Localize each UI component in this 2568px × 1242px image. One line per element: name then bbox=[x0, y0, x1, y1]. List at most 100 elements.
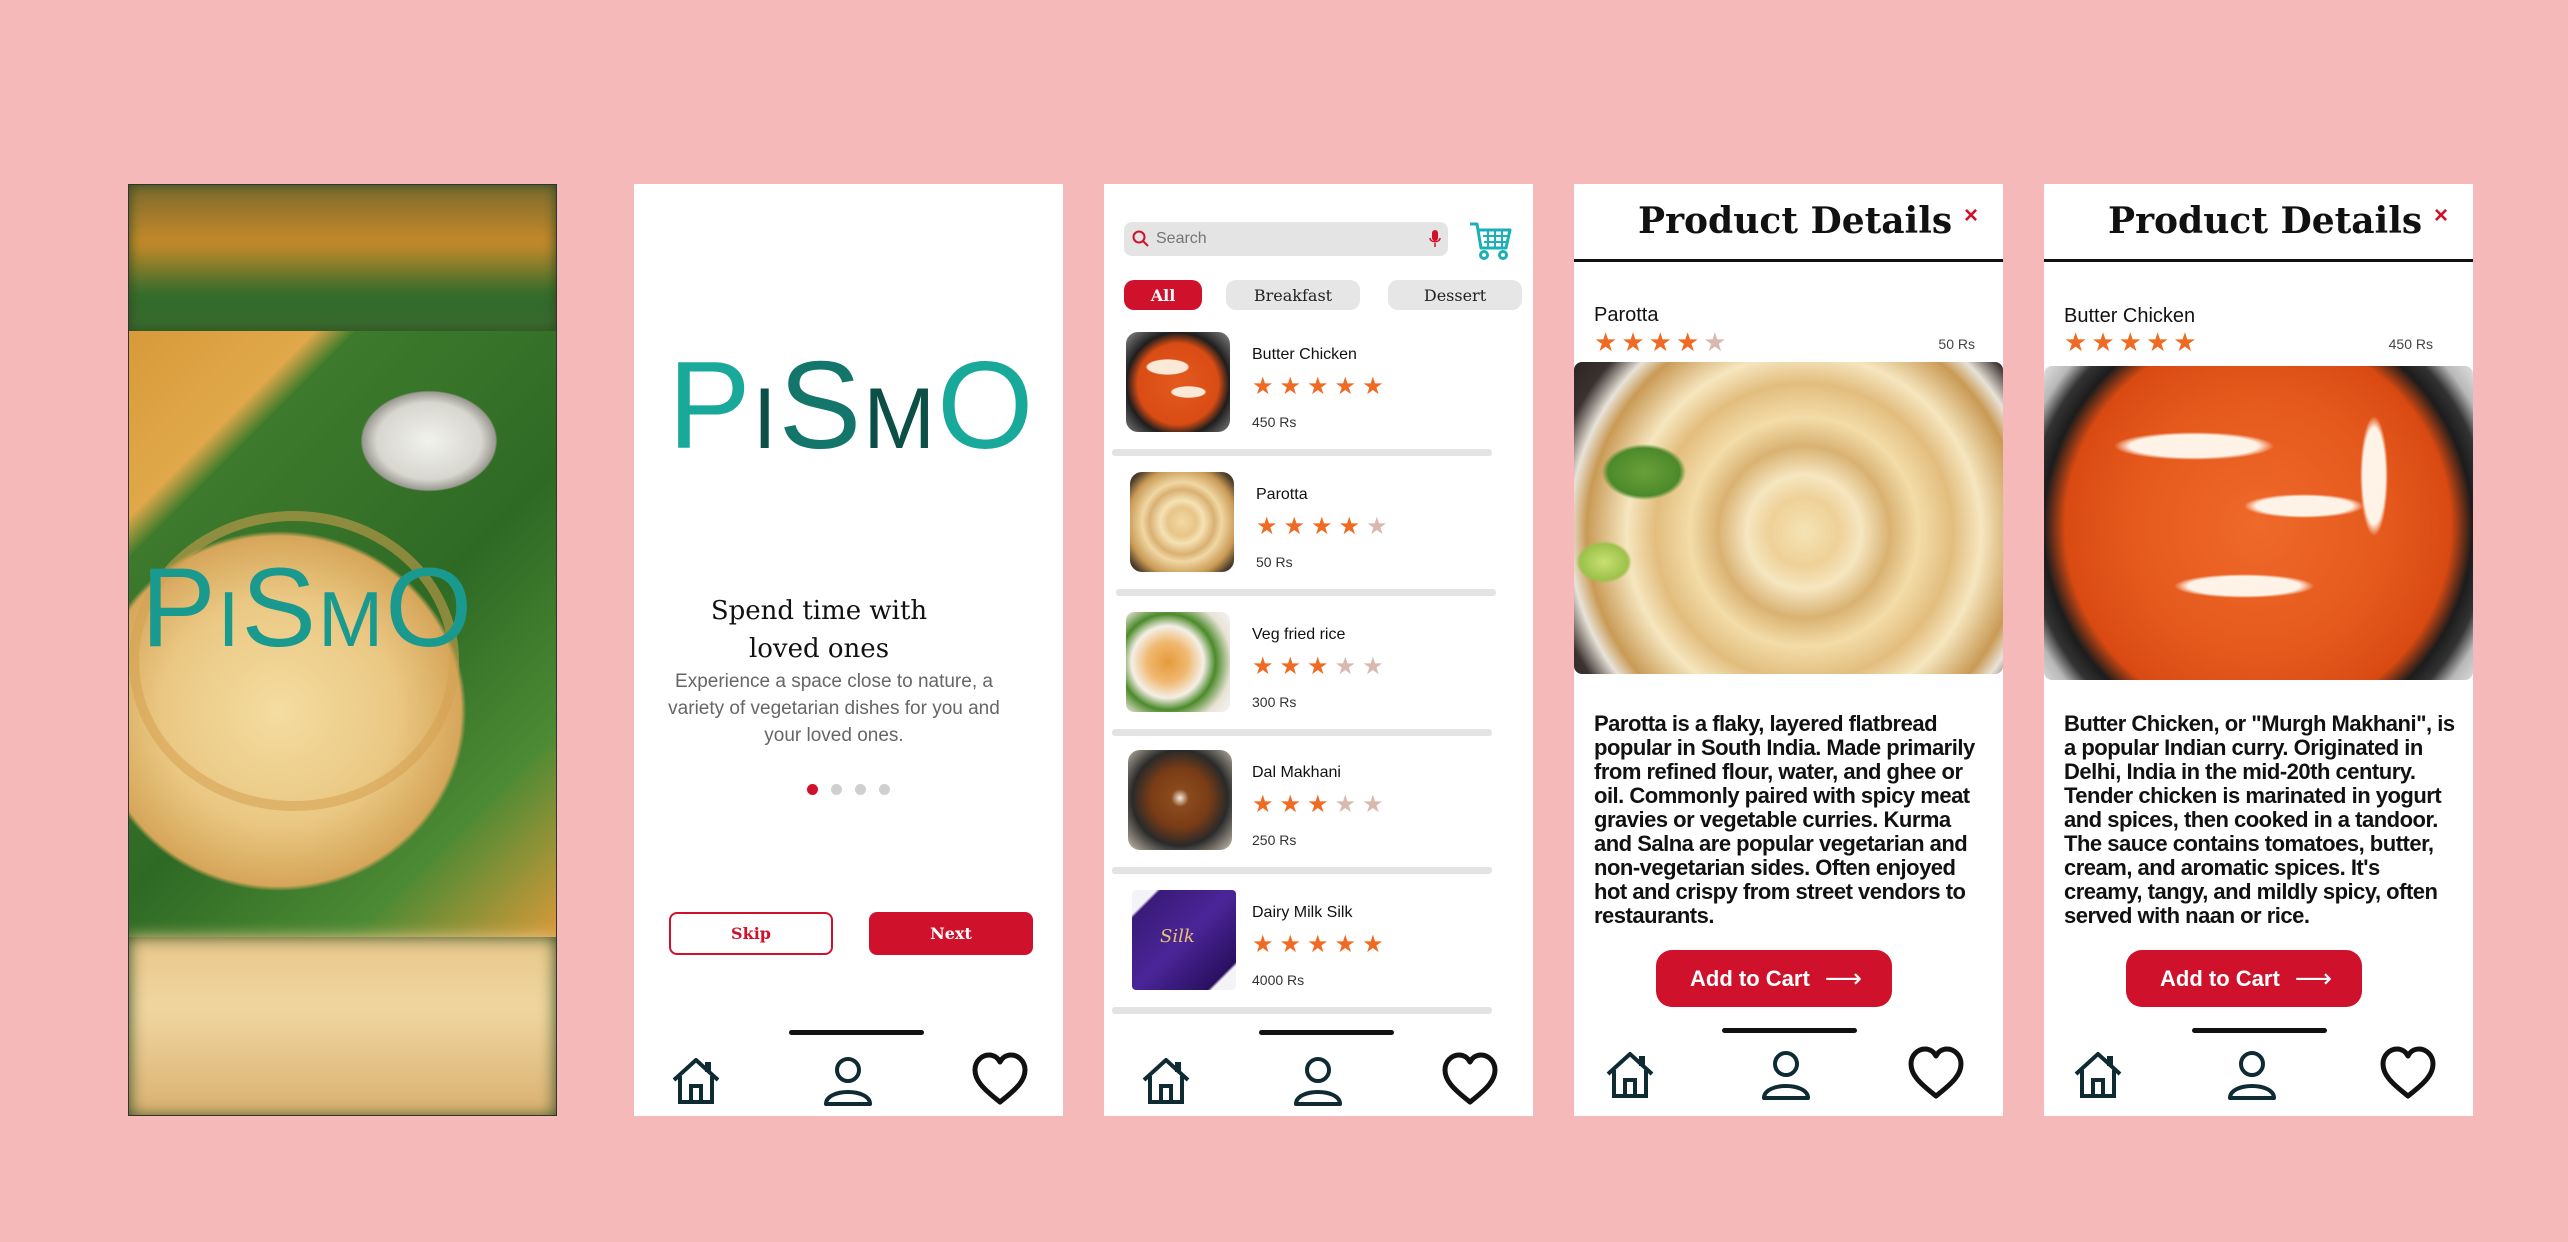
bottom-nav bbox=[634, 1046, 1063, 1116]
star-filled-icon: ★ bbox=[1594, 328, 1618, 358]
star-empty-icon: ★ bbox=[1362, 652, 1384, 680]
star-empty-icon: ★ bbox=[1703, 328, 1727, 358]
cart-icon[interactable] bbox=[1468, 218, 1512, 262]
add-to-cart-label: Add to Cart bbox=[2160, 965, 2280, 991]
product-name: Butter Chicken bbox=[2064, 305, 2196, 327]
home-icon[interactable] bbox=[668, 1052, 724, 1108]
heart-icon[interactable] bbox=[1442, 1052, 1498, 1108]
profile-icon[interactable] bbox=[820, 1052, 876, 1108]
star-filled-icon: ★ bbox=[1279, 930, 1302, 958]
product-description: Butter Chicken, or "Murgh Makhani", is a… bbox=[2064, 711, 2455, 928]
rating-stars: ★ ★ ★ ★ ★ bbox=[1252, 654, 1384, 678]
close-button[interactable]: × bbox=[1964, 202, 1978, 230]
onboarding-screen: PISMO Spend time with loved ones Experie… bbox=[634, 184, 1063, 1116]
heart-icon[interactable] bbox=[972, 1052, 1028, 1108]
page-dot[interactable] bbox=[879, 784, 890, 795]
food-image bbox=[1128, 750, 1232, 850]
star-filled-icon: ★ bbox=[2145, 328, 2170, 358]
mic-icon[interactable] bbox=[1428, 229, 1442, 249]
heart-icon[interactable] bbox=[1908, 1046, 1964, 1102]
star-filled-icon: ★ bbox=[1621, 328, 1645, 358]
search-bar[interactable] bbox=[1124, 222, 1448, 256]
product-description: Parotta is a flaky, layered flatbread po… bbox=[1594, 711, 1975, 928]
star-filled-icon: ★ bbox=[1279, 652, 1302, 680]
arrow-right-icon: ⟶ bbox=[2294, 964, 2332, 994]
page-dot[interactable] bbox=[831, 784, 842, 795]
product-price: 450 Rs bbox=[2388, 336, 2433, 352]
food-image bbox=[1130, 472, 1234, 572]
food-image: Silk bbox=[1132, 890, 1236, 990]
list-item[interactable]: Parotta ★ ★ ★ ★ ★ 50 Rs bbox=[1112, 468, 1496, 596]
splash-background-bottom bbox=[129, 937, 556, 1115]
home-icon[interactable] bbox=[1602, 1046, 1658, 1102]
rating-stars: ★ ★ ★ ★ ★ bbox=[1252, 792, 1384, 816]
details-header: Product Details × bbox=[1574, 184, 2003, 262]
rating-stars: ★ ★ ★ ★ ★ bbox=[1256, 514, 1388, 538]
star-filled-icon: ★ bbox=[1648, 328, 1672, 358]
bottom-nav bbox=[1574, 1040, 2003, 1116]
bottom-nav bbox=[2044, 1040, 2473, 1116]
home-indicator bbox=[1259, 1030, 1394, 1035]
star-filled-icon: ★ bbox=[1307, 790, 1329, 818]
page-title: Product Details bbox=[2108, 200, 2423, 242]
category-all[interactable]: All bbox=[1124, 280, 1202, 310]
food-image bbox=[1126, 332, 1230, 432]
divider bbox=[1112, 1007, 1492, 1014]
product-image bbox=[1574, 362, 2003, 674]
food-name: Parotta bbox=[1256, 486, 1308, 503]
profile-icon[interactable] bbox=[1290, 1052, 1346, 1108]
star-filled-icon: ★ bbox=[2091, 328, 2115, 358]
list-item[interactable]: Veg fried rice ★ ★ ★ ★ ★ 300 Rs bbox=[1112, 608, 1492, 736]
add-to-cart-label: Add to Cart bbox=[1690, 965, 1810, 991]
star-filled-icon: ★ bbox=[1252, 652, 1274, 680]
home-indicator bbox=[789, 1030, 924, 1035]
add-to-cart-button[interactable]: Add to Cart ⟶ bbox=[1656, 950, 1892, 1007]
divider bbox=[1116, 589, 1496, 596]
next-button[interactable]: Next bbox=[869, 912, 1033, 955]
category-dessert[interactable]: Dessert bbox=[1388, 280, 1522, 310]
home-icon[interactable] bbox=[1138, 1052, 1194, 1108]
star-filled-icon: ★ bbox=[2118, 328, 2142, 358]
list-item[interactable]: Butter Chicken ★ ★ ★ ★ ★ 450 Rs bbox=[1112, 328, 1492, 456]
splash-logo: PISMO bbox=[141, 545, 475, 670]
star-filled-icon: ★ bbox=[1334, 930, 1357, 958]
star-filled-icon: ★ bbox=[1362, 372, 1384, 400]
heart-icon[interactable] bbox=[2380, 1046, 2436, 1102]
skip-button[interactable]: Skip bbox=[669, 912, 833, 955]
category-breakfast[interactable]: Breakfast bbox=[1226, 280, 1360, 310]
star-filled-icon: ★ bbox=[1307, 372, 1329, 400]
search-input[interactable] bbox=[1156, 222, 1406, 256]
star-filled-icon: ★ bbox=[1311, 512, 1333, 540]
food-price: 50 Rs bbox=[1256, 554, 1293, 570]
product-details-screen: Product Details × Butter Chicken ★ ★ ★ ★ ★ 4… bbox=[2044, 184, 2473, 1116]
rating-stars: ★ ★ ★ ★ ★ bbox=[1594, 330, 1727, 356]
star-empty-icon: ★ bbox=[1334, 790, 1357, 818]
home-icon[interactable] bbox=[2070, 1046, 2126, 1102]
food-price: 250 Rs bbox=[1252, 832, 1297, 848]
page-dot[interactable] bbox=[855, 784, 866, 795]
star-empty-icon: ★ bbox=[1334, 652, 1357, 680]
close-button[interactable]: × bbox=[2434, 202, 2448, 230]
list-item[interactable]: Silk Dairy Milk Silk ★ ★ ★ ★ ★ 4000 Rs bbox=[1112, 886, 1492, 1014]
product-details-screen: Product Details × Parotta ★ ★ ★ ★ ★ 50 Rs Pa… bbox=[1574, 184, 2003, 1116]
star-filled-icon: ★ bbox=[1252, 930, 1274, 958]
star-filled-icon: ★ bbox=[1256, 512, 1278, 540]
product-image bbox=[2044, 366, 2473, 680]
list-item[interactable]: Dal Makhani ★ ★ ★ ★ ★ 250 Rs bbox=[1112, 746, 1492, 874]
food-image bbox=[1126, 612, 1230, 712]
rating-stars: ★ ★ ★ ★ ★ bbox=[1252, 374, 1384, 398]
rating-stars: ★ ★ ★ ★ ★ bbox=[1252, 932, 1384, 956]
food-price: 4000 Rs bbox=[1252, 972, 1305, 988]
star-filled-icon: ★ bbox=[2173, 328, 2197, 358]
star-filled-icon: ★ bbox=[1334, 372, 1357, 400]
food-name: Veg fried rice bbox=[1252, 626, 1346, 643]
star-filled-icon: ★ bbox=[1307, 652, 1329, 680]
product-price: 50 Rs bbox=[1938, 336, 1975, 352]
onboarding-title: Spend time with loved ones bbox=[710, 596, 928, 664]
profile-icon[interactable] bbox=[1758, 1046, 1814, 1102]
star-filled-icon: ★ bbox=[1279, 372, 1302, 400]
add-to-cart-button[interactable]: Add to Cart ⟶ bbox=[2126, 950, 2362, 1007]
profile-icon[interactable] bbox=[2224, 1046, 2280, 1102]
page-dot[interactable] bbox=[807, 784, 818, 795]
details-header: Product Details × bbox=[2044, 184, 2473, 262]
